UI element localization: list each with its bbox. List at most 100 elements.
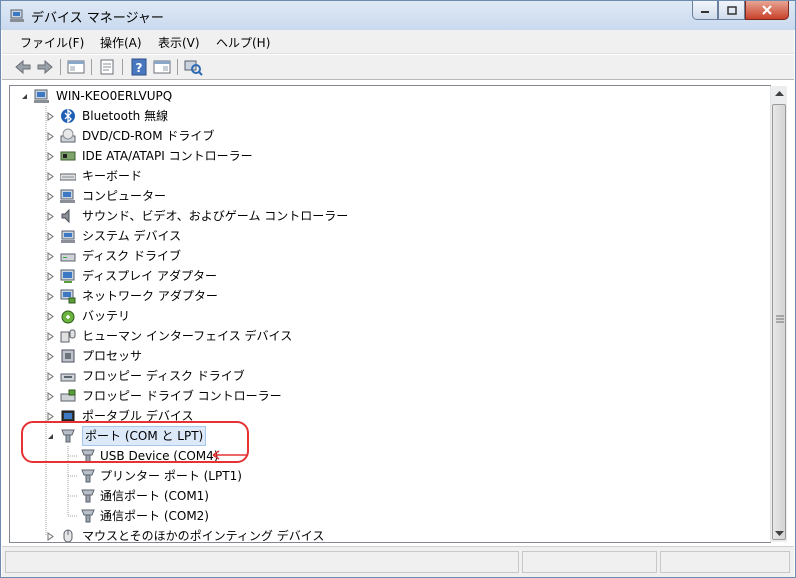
port-device-label: 通信ポート (COM2) [100,509,209,523]
action-pane-icon[interactable] [152,58,172,76]
category-label: IDE ATA/ATAPI コントローラー [82,149,253,163]
port-connector-icon [81,489,95,503]
tree-category-row[interactable]: フロッピー ドライブ コントローラー [18,386,338,406]
category-label: Bluetooth 無線 [82,109,169,123]
port-device-row[interactable]: プリンター ポート (LPT1) [18,466,278,486]
port-device-row[interactable]: 通信ポート (COM1) [18,486,278,506]
tree-category-row[interactable]: バッテリ [18,306,338,326]
scroll-thumb[interactable] [772,104,786,540]
minimize-icon [701,11,709,13]
port-connector-icon [61,429,75,443]
tree-root-row[interactable]: WIN-KEO0ERLVUPQ [18,86,318,106]
svg-text:?: ? [136,61,143,75]
expand-arrow-icon[interactable] [46,212,55,221]
menu-bar: ファイル(F) 操作(A) 表示(V) ヘルプ(H) [2,30,794,54]
scroll-up-arrow-icon[interactable] [775,91,784,97]
menu-view[interactable]: 表示(V) [158,34,200,51]
back-arrow-icon[interactable] [13,58,33,76]
grip-icon [776,315,784,323]
expand-arrow-icon[interactable] [46,172,55,181]
tree-category-row[interactable]: ヒューマン インターフェイス デバイス [18,326,338,346]
portable-device-icon [61,410,75,422]
show-hide-console-tree-icon[interactable] [66,58,86,76]
expand-arrow-icon[interactable] [46,352,55,361]
computer-icon [60,189,75,203]
forward-arrow-icon[interactable] [35,58,55,76]
red-arrow-annotation [212,450,247,460]
category-label: フロッピー ディスク ドライブ [82,369,245,383]
category-label: コンピューター [82,189,167,203]
tree-category-row[interactable]: ディスク ドライブ [18,246,338,266]
display-adapter-icon [60,269,75,283]
expand-arrow-icon[interactable] [46,392,55,401]
tree-category-row[interactable]: サウンド、ビデオ、およびゲーム コントローラー [18,206,348,226]
expand-arrow-icon[interactable] [46,152,55,161]
window-controls [692,1,789,21]
title-bar[interactable]: デバイス マネージャー [1,1,795,30]
category-label: キーボード [82,169,143,183]
maximize-button[interactable] [718,1,745,20]
tree-category-ports[interactable]: ポート (COM と LPT) [18,426,268,446]
collapse-arrow-icon[interactable] [20,92,29,101]
scan-hardware-changes-icon[interactable] [183,58,203,76]
expand-arrow-icon[interactable] [46,332,55,341]
properties-icon[interactable] [97,58,117,76]
expand-arrow-icon[interactable] [46,412,55,421]
vertical-scrollbar[interactable] [770,86,787,542]
tree-category-row[interactable]: ディスプレイ アダプター [18,266,338,286]
menu-action[interactable]: 操作(A) [100,34,142,51]
close-icon [762,5,772,15]
port-device-label: プリンター ポート (LPT1) [100,469,242,483]
speaker-icon [61,208,70,224]
expand-arrow-icon[interactable] [46,272,55,281]
tree-category-row[interactable]: フロッピー ディスク ドライブ [18,366,338,386]
expand-arrow-icon[interactable] [46,532,55,541]
floppy-controller-icon [60,389,76,402]
dvd-drive-icon [60,128,76,143]
expand-arrow-icon[interactable] [46,192,55,201]
expand-arrow-icon[interactable] [46,112,55,121]
computer-icon [34,89,49,103]
tree-category-row[interactable]: IDE ATA/ATAPI コントローラー [18,146,338,166]
bluetooth-icon [61,108,75,124]
tree-category-row[interactable]: ネットワーク アダプター [18,286,338,306]
expand-arrow-icon[interactable] [46,252,55,261]
category-label: ヒューマン インターフェイス デバイス [82,329,293,343]
scroll-down-arrow-icon[interactable] [775,531,784,537]
tree-category-row[interactable]: システム デバイス [18,226,338,246]
tree-category-row[interactable]: コンピューター [18,186,338,206]
port-connector-icon [81,469,95,483]
status-pane-main [5,551,519,573]
collapse-arrow-icon[interactable] [46,432,55,441]
device-tree[interactable]: WIN-KEO0ERLVUPQ Bluetooth 無線 DVD/CD-ROM ド… [9,85,771,543]
tree-category-row[interactable]: Bluetooth 無線 [18,106,338,126]
category-label: ネットワーク アダプター [82,289,218,303]
tree-category-row[interactable]: プロセッサ [18,346,338,366]
tree-category-row[interactable]: キーボード [18,166,338,186]
category-label: プロセッサ [82,349,143,363]
help-icon[interactable]: ? [129,58,149,76]
tree-category-row[interactable]: ポータブル デバイス [18,406,338,426]
menu-file[interactable]: ファイル(F) [20,34,84,51]
maximize-icon [726,5,737,15]
category-label: ポータブル デバイス [82,409,194,423]
port-device-row[interactable]: 通信ポート (COM2) [18,506,278,526]
expand-arrow-icon[interactable] [46,232,55,241]
category-label: フロッピー ドライブ コントローラー [82,389,282,403]
category-label: ディスプレイ アダプター [82,269,217,283]
menu-help[interactable]: ヘルプ(H) [216,34,270,51]
tree-category-row[interactable]: DVD/CD-ROM ドライブ [18,126,338,146]
close-button[interactable] [745,1,789,20]
expand-arrow-icon[interactable] [46,372,55,381]
expand-arrow-icon[interactable] [46,132,55,141]
minimize-button[interactable] [692,1,718,20]
expand-arrow-icon[interactable] [46,292,55,301]
status-pane-3 [660,551,790,573]
hid-icon [60,329,76,343]
category-label: ディスク ドライブ [82,249,181,263]
keyboard-icon [60,173,76,181]
status-pane-2 [522,551,657,573]
tree-root-label: WIN-KEO0ERLVUPQ [56,89,173,103]
tree-category-mouse[interactable]: マウスとそのほかのポインティング デバイス [18,526,338,542]
expand-arrow-icon[interactable] [46,312,55,321]
